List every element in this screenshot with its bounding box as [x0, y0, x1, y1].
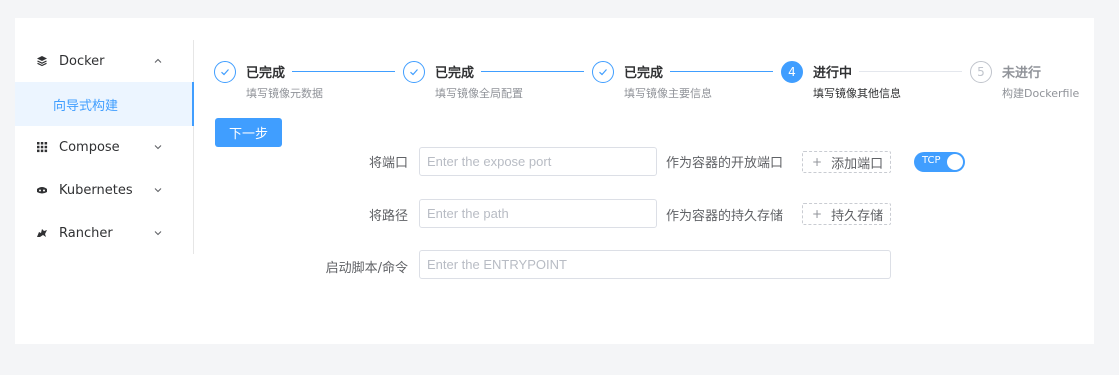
add-port-button[interactable]: + 添加端口 [802, 151, 892, 173]
path-hint: 作为容器的持久存储 [666, 209, 784, 224]
sidebar-item-label: Kubernetes [59, 182, 133, 198]
sidebar-item-label: Rancher [59, 225, 113, 241]
sidebar-subitem-label: 向导式构建 [53, 98, 119, 114]
step-title: 已完成 [435, 66, 475, 81]
protocol-toggle[interactable]: TCP [914, 152, 965, 172]
layers-icon [36, 55, 48, 67]
step-title: 已完成 [624, 66, 664, 81]
check-icon [403, 61, 425, 83]
sidebar-item-kubernetes[interactable]: Kubernetes [15, 169, 194, 211]
step-connector [670, 71, 773, 72]
sidebar-item-compose[interactable]: Compose [15, 126, 194, 168]
kubernetes-icon [36, 184, 48, 196]
expose-port-input[interactable] [419, 147, 657, 176]
entrypoint-label: 启动脚本/命令 [325, 261, 408, 276]
entrypoint-input[interactable] [419, 250, 891, 279]
step-description: 构建Dockerfile [1002, 87, 1080, 100]
persistent-storage-label: 持久存储 [831, 208, 884, 224]
path-input[interactable] [419, 199, 657, 228]
step-title: 未进行 [1002, 66, 1042, 81]
chevron-down-icon [152, 141, 164, 153]
next-step-button[interactable]: 下一步 [215, 118, 282, 147]
sidebar-item-docker[interactable]: Docker [15, 40, 194, 82]
rancher-icon [36, 227, 48, 239]
step-description: 填写镜像全局配置 [435, 87, 523, 100]
sidebar-item-rancher[interactable]: Rancher [15, 212, 194, 254]
check-icon [592, 61, 614, 83]
plus-icon: + [812, 155, 823, 169]
chevron-down-icon [152, 227, 164, 239]
step-connector [292, 71, 395, 72]
toggle-knob [947, 154, 963, 170]
protocol-label: TCP [922, 155, 941, 166]
step-title: 进行中 [813, 66, 853, 81]
sidebar-item-label: Compose [59, 139, 120, 155]
port-label: 将端口 [368, 156, 408, 171]
step-title: 已完成 [246, 66, 286, 81]
chevron-down-icon [152, 184, 164, 196]
step-number: 5 [970, 61, 992, 83]
grid-icon [36, 141, 48, 153]
add-port-label: 添加端口 [831, 156, 884, 172]
check-icon [214, 61, 236, 83]
sidebar-item-label: Docker [59, 53, 105, 69]
chevron-up-icon [152, 55, 164, 67]
main-card: Docker 向导式构建 Compose Kubernetes Rancher … [15, 18, 1094, 344]
step-description: 填写镜像其他信息 [813, 87, 901, 100]
step-description: 填写镜像主要信息 [624, 87, 712, 100]
step-number: 4 [781, 61, 803, 83]
sidebar-menu: Docker 向导式构建 Compose Kubernetes Rancher [15, 40, 194, 254]
port-hint: 作为容器的开放端口 [666, 156, 784, 171]
plus-icon: + [812, 207, 823, 221]
sidebar-subitem-guided-build[interactable]: 向导式构建 [15, 82, 194, 126]
step-description: 填写镜像元数据 [246, 87, 323, 100]
step-connector [859, 71, 962, 72]
step-connector [481, 71, 584, 72]
path-label: 将路径 [368, 209, 408, 224]
persistent-storage-button[interactable]: + 持久存储 [802, 203, 892, 225]
